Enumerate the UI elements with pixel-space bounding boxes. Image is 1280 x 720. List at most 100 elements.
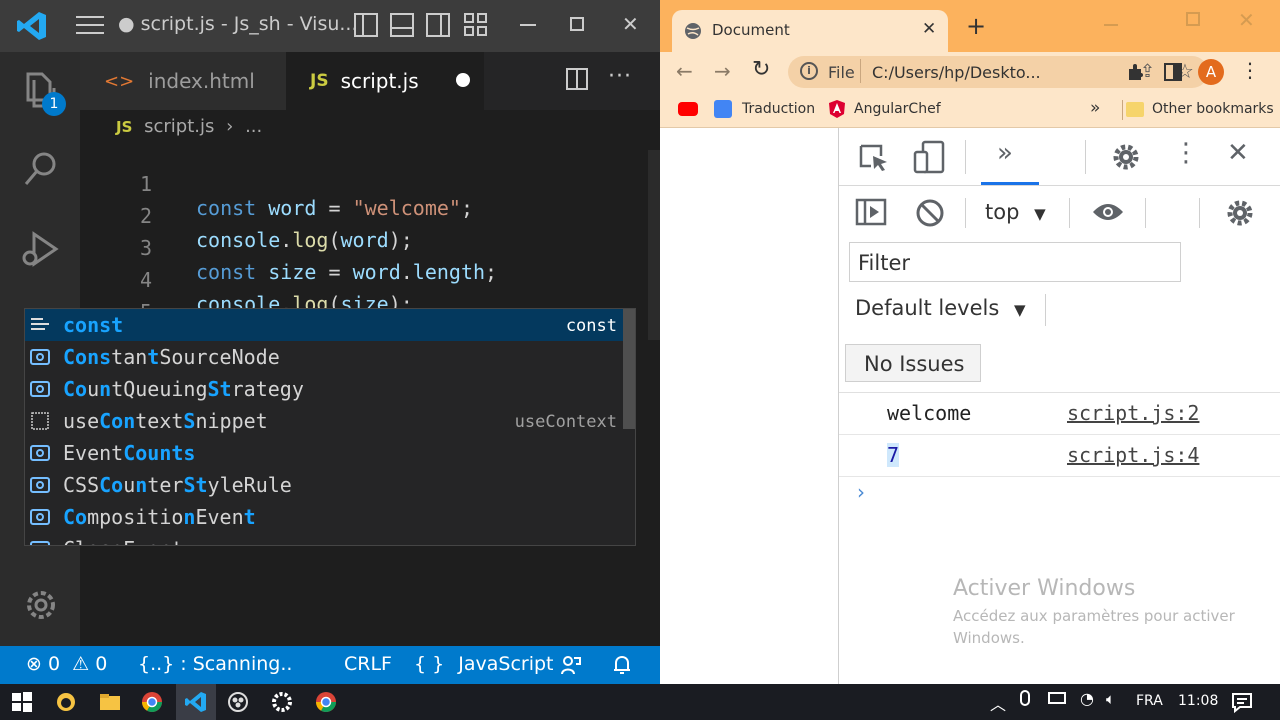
problems-status[interactable]: ⊗ 0 ⚠ 0	[26, 653, 107, 675]
profile-avatar[interactable]: A	[1198, 59, 1224, 85]
devtools-tabbar: » ⋮ ✕	[839, 128, 1280, 186]
other-bookmarks[interactable]: Other bookmarks	[1152, 101, 1274, 117]
bookmark-angularchef[interactable]: AngularChef	[854, 101, 941, 117]
reload-icon[interactable]: ↻	[752, 57, 770, 82]
js-file-icon: JS	[310, 71, 329, 91]
inspect-element-icon[interactable]	[859, 144, 889, 172]
clear-console-icon[interactable]	[915, 198, 945, 228]
scanning-status[interactable]: {..} : Scanning..	[138, 653, 292, 675]
toggle-sidebar-icon[interactable]	[354, 13, 378, 37]
feedback-icon[interactable]	[560, 654, 582, 676]
more-bookmarks-icon[interactable]: »	[1090, 98, 1100, 118]
extensions-puzzle-icon[interactable]	[1126, 62, 1146, 82]
editor-scrollbar[interactable]	[648, 150, 660, 340]
more-panels-icon[interactable]: »	[997, 138, 1013, 168]
file-explorer-icon[interactable]	[98, 690, 122, 714]
volume-icon[interactable]: 🔈︎	[1106, 690, 1115, 708]
browser-tab[interactable]: Document ✕	[672, 10, 948, 52]
console-source-link[interactable]: script.js:2	[1067, 401, 1199, 425]
edge-icon[interactable]	[54, 690, 78, 714]
toggle-secondary-sidebar-icon[interactable]	[426, 13, 450, 37]
search-icon[interactable]	[20, 148, 62, 190]
console-prompt-icon[interactable]: ›	[857, 480, 865, 504]
minimize-icon[interactable]	[520, 24, 536, 26]
suggest-item[interactable]: ConstantSourceNode	[25, 341, 625, 373]
console-settings-icon[interactable]	[1225, 198, 1255, 228]
page-viewport[interactable]	[660, 128, 838, 684]
suggest-item[interactable]: CompositionEvent	[25, 501, 625, 533]
devtools-divider	[965, 140, 966, 174]
devtools-menu-icon[interactable]: ⋮	[1173, 138, 1199, 168]
language-indicator[interactable]: FRA	[1136, 693, 1163, 709]
youtube-icon[interactable]	[678, 102, 698, 116]
globe-icon	[685, 23, 701, 39]
run-debug-icon[interactable]	[20, 228, 62, 270]
minimize-icon[interactable]	[1104, 24, 1118, 26]
suggest-item[interactable]: EventCounts	[25, 437, 625, 469]
chrome-menu-icon[interactable]: ⋮	[1240, 58, 1260, 82]
console-source-link[interactable]: script.js:4	[1067, 443, 1199, 467]
tab-close-icon[interactable]: ✕	[922, 19, 936, 39]
new-tab-icon[interactable]: +	[966, 14, 986, 38]
language-status[interactable]: { } JavaScript	[414, 653, 554, 675]
context-selector[interactable]: top ▼	[985, 200, 1046, 224]
unsaved-dot-icon[interactable]	[456, 73, 470, 87]
tab-script-js[interactable]: JS script.js	[286, 52, 484, 110]
notifications-bell-icon[interactable]	[612, 654, 632, 676]
angular-icon[interactable]	[828, 99, 846, 119]
show-sidebar-icon[interactable]	[855, 198, 887, 226]
back-icon[interactable]: ←	[676, 59, 693, 83]
variable-icon	[30, 381, 50, 397]
windows-start-icon[interactable]	[10, 690, 34, 714]
suggest-item[interactable]: useContextSnippet useContext	[25, 405, 625, 437]
tab-index-html[interactable]: <> index.html	[80, 52, 286, 110]
devtools-settings-icon[interactable]	[1111, 142, 1141, 172]
omnibox-url: C:/Users/hp/Deskto...	[872, 63, 1041, 82]
suggest-scrollbar[interactable]	[623, 309, 635, 429]
suggest-label: const	[63, 313, 124, 337]
suggest-item[interactable]: const const	[25, 309, 625, 341]
obs-icon[interactable]	[226, 690, 250, 714]
battery-icon[interactable]	[1048, 692, 1066, 704]
bookmark-traduction[interactable]: Traduction	[742, 101, 815, 117]
suggest-label: CountQueuingStrategy	[63, 377, 304, 401]
error-icon: ⊗	[26, 653, 42, 675]
translate-icon[interactable]	[714, 100, 732, 118]
notification-center-icon[interactable]	[1230, 690, 1254, 714]
vscode-logo-icon[interactable]	[16, 10, 48, 42]
log-levels-dropdown[interactable]: Default levels ▼	[855, 296, 1026, 320]
suggest-item[interactable]: CountQueuingStrategy	[25, 373, 625, 405]
dropdown-caret-icon: ▼	[1013, 301, 1026, 319]
chrome-icon[interactable]	[314, 690, 338, 714]
console-filter-input[interactable]: Filter	[849, 242, 1181, 282]
network-icon[interactable]: ◔	[1080, 689, 1094, 708]
clock[interactable]: 11:08	[1178, 693, 1218, 709]
eol-status[interactable]: CRLF	[344, 653, 392, 675]
device-toolbar-icon[interactable]	[913, 140, 945, 174]
issues-button[interactable]: No Issues	[845, 344, 981, 382]
toggle-panel-icon[interactable]	[390, 13, 414, 37]
menu-hamburger-icon[interactable]	[76, 16, 104, 36]
microphone-icon[interactable]	[1020, 690, 1030, 706]
customize-layout-icon[interactable]	[464, 13, 488, 37]
forward-icon[interactable]: →	[714, 59, 731, 83]
info-icon[interactable]: i	[800, 62, 818, 80]
show-hidden-icons-icon[interactable]: ︿	[990, 691, 1006, 715]
devtools-panel: » ⋮ ✕ top ▼ Filter Default levels ▼ No I…	[838, 128, 1280, 684]
suggest-item[interactable]: CloseEvent	[25, 533, 625, 545]
live-expression-eye-icon[interactable]	[1091, 200, 1125, 224]
settings-gear-icon[interactable]	[20, 584, 62, 626]
side-panel-icon[interactable]	[1164, 63, 1182, 81]
split-editor-icon[interactable]	[566, 68, 588, 90]
maximize-icon[interactable]	[570, 17, 584, 31]
maximize-icon[interactable]	[1186, 12, 1200, 26]
vscode-taskbar-icon[interactable]	[184, 690, 208, 714]
suggest-item[interactable]: CSSCounterStyleRule	[25, 469, 625, 501]
more-actions-icon[interactable]: ···	[608, 64, 632, 89]
chrome-icon[interactable]	[140, 690, 164, 714]
devtools-close-icon[interactable]: ✕	[1227, 138, 1249, 168]
close-icon[interactable]: ✕	[622, 12, 639, 36]
settings-gear-icon[interactable]	[270, 690, 294, 714]
close-window-icon[interactable]: ✕	[1238, 8, 1255, 32]
warning-count: 0	[95, 653, 108, 675]
